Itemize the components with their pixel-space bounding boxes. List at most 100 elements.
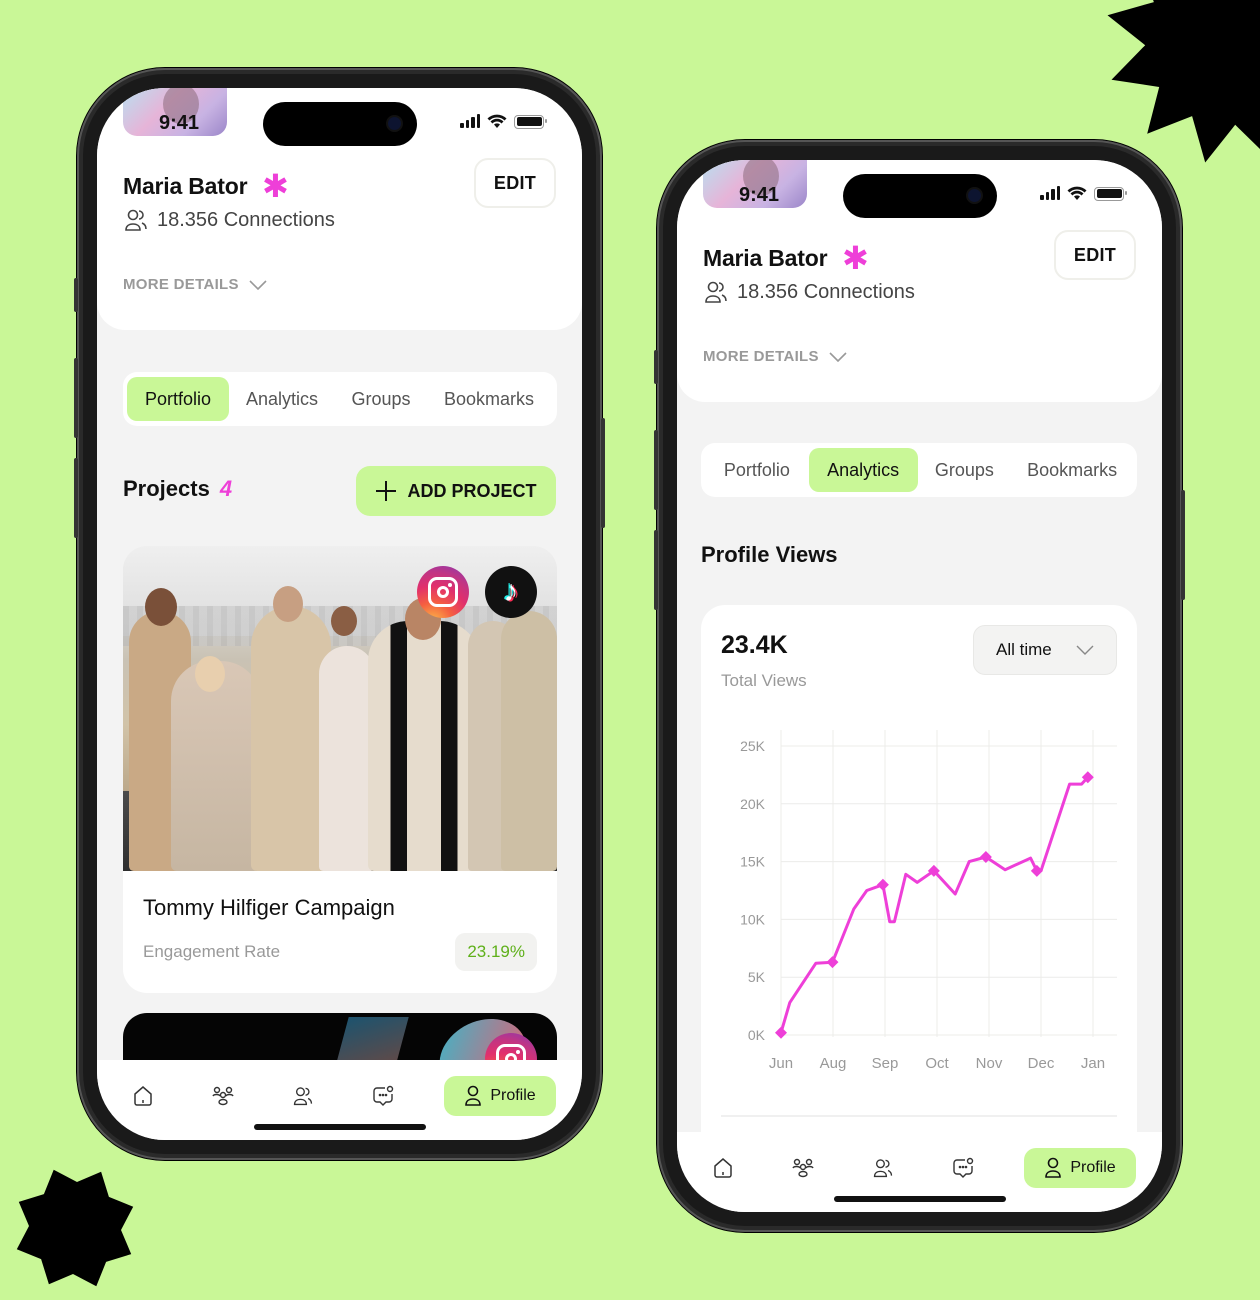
data-point-marker[interactable] (826, 956, 839, 969)
total-views-value: 23.4K (721, 631, 788, 659)
edit-profile-button[interactable]: EDIT (1054, 230, 1136, 280)
community-icon (212, 1086, 234, 1106)
tiktok-icon: ♪ (503, 575, 519, 608)
instagram-icon (428, 577, 458, 607)
nav-people[interactable] (867, 1148, 899, 1188)
cellular-signal-icon (460, 114, 480, 128)
tab-portfolio[interactable]: Portfolio (127, 377, 229, 421)
tab-analytics[interactable]: Analytics (808, 448, 918, 492)
wifi-icon (487, 114, 507, 128)
time-range-value: All time (996, 640, 1052, 659)
home-indicator (254, 1124, 426, 1130)
status-bar: 9:41 (97, 88, 582, 148)
total-views-label: Total Views (721, 671, 807, 690)
nav-messages[interactable] (367, 1076, 399, 1116)
connections-count[interactable]: 18.356 Connections (703, 280, 915, 304)
plus-icon (376, 481, 397, 501)
divider (721, 1115, 1117, 1117)
projects-heading: Projects 4 (123, 476, 233, 501)
chevron-down-icon (829, 351, 847, 362)
engagement-value: 23.19% (455, 933, 537, 971)
data-point-marker[interactable] (876, 878, 889, 891)
tab-portfolio[interactable]: Portfolio (705, 448, 809, 492)
x-tick-label: Sep (872, 1055, 899, 1072)
wifi-icon (1067, 186, 1087, 200)
cellular-signal-icon (1040, 186, 1060, 200)
nav-profile-label: Profile (1070, 1159, 1116, 1176)
verified-asterisk-icon: ✱ (842, 240, 869, 276)
dynamic-island (263, 102, 417, 146)
tiktok-badge[interactable]: ♪ (485, 566, 537, 618)
project-title: Tommy Hilfiger Campaign (143, 895, 395, 920)
people-icon (125, 209, 147, 231)
status-bar: 9:41 (677, 160, 1162, 220)
more-details-toggle[interactable]: MORE DETAILS (703, 348, 847, 365)
nav-profile-label: Profile (490, 1087, 536, 1104)
chat-icon (373, 1085, 394, 1106)
more-details-label: MORE DETAILS (703, 348, 819, 365)
y-tick-label: 15K (740, 854, 766, 870)
nav-messages[interactable] (947, 1148, 979, 1188)
engagement-label: Engagement Rate (143, 942, 281, 961)
dynamic-island (843, 174, 997, 218)
chat-icon (953, 1157, 974, 1178)
profile-views-chart: 0K 5K 10K 15K 20K 25K Jun Aug Sep Oct Nov Dec Jan (740, 730, 1117, 1072)
home-icon (714, 1158, 732, 1178)
nav-community[interactable] (207, 1076, 239, 1116)
x-tick-label: Oct (925, 1055, 949, 1072)
time-range-select[interactable]: All time (973, 625, 1117, 675)
phone-portfolio: 9:41 Maria Bator ✱ EDIT 18.356 Connectio… (74, 68, 605, 1160)
nav-home[interactable] (127, 1076, 159, 1116)
tab-bookmarks[interactable]: Bookmarks (427, 377, 551, 421)
tab-groups[interactable]: Groups (918, 448, 1012, 492)
profile-tabs: Portfolio Analytics Groups Bookmarks (123, 372, 557, 426)
y-tick-label: 5K (748, 969, 766, 985)
battery-icon (514, 114, 547, 129)
series-line (779, 775, 1090, 1035)
profile-name: Maria Bator (703, 245, 828, 271)
nav-community[interactable] (787, 1148, 819, 1188)
nav-profile[interactable]: Profile (444, 1076, 556, 1116)
status-time: 9:41 (159, 112, 200, 134)
tab-analytics[interactable]: Analytics (229, 377, 335, 421)
people-icon (873, 1159, 893, 1178)
home-icon (134, 1086, 152, 1106)
data-point-marker[interactable] (775, 1026, 787, 1039)
profile-header-card: 9:41 Maria Bator ✱ EDIT 18.356 Connectio… (677, 160, 1162, 402)
bottom-nav: Profile (677, 1132, 1162, 1212)
status-time: 9:41 (739, 184, 780, 206)
instagram-badge[interactable] (417, 566, 469, 618)
add-project-button[interactable]: ADD PROJECT (356, 466, 556, 516)
nav-profile[interactable]: Profile (1024, 1148, 1136, 1188)
nav-people[interactable] (287, 1076, 319, 1116)
connections-label: 18.356 Connections (157, 208, 335, 231)
profile-tabs: Portfolio Analytics Groups Bookmarks (701, 443, 1137, 497)
screen: 9:41 Maria Bator ✱ EDIT 18.356 Connectio… (677, 160, 1162, 1212)
project-image: ♪ (123, 546, 557, 871)
people-icon (705, 281, 727, 303)
community-icon (792, 1158, 814, 1178)
connections-count[interactable]: 18.356 Connections (123, 208, 335, 232)
y-tick-label: 10K (740, 911, 766, 927)
project-card[interactable]: ♪ Tommy Hilfiger Campaign Engagement Rat… (123, 546, 557, 993)
x-tick-label: Aug (820, 1055, 847, 1072)
tab-bookmarks[interactable]: Bookmarks (1011, 448, 1133, 492)
chevron-down-icon (1076, 645, 1094, 655)
x-tick-label: Jun (769, 1055, 793, 1072)
screen: 9:41 Maria Bator ✱ EDIT 18.356 Connectio… (97, 88, 582, 1140)
profile-views-heading: Profile Views (701, 542, 838, 567)
profile-views-card: 23.4K Total Views All time 0K 5K 10K 15K 20K… (701, 605, 1137, 1165)
phone-analytics: 9:41 Maria Bator ✱ EDIT 18.356 Connectio… (654, 140, 1185, 1232)
profile-header-card: 9:41 Maria Bator ✱ EDIT 18.356 Connectio… (97, 88, 582, 330)
profile-name: Maria Bator (123, 173, 248, 199)
people-icon (293, 1087, 313, 1106)
more-details-toggle[interactable]: MORE DETAILS (123, 276, 267, 293)
chevron-down-icon (249, 279, 267, 290)
profile-icon (1045, 1157, 1062, 1178)
edit-profile-button[interactable]: EDIT (474, 158, 556, 208)
profile-icon (465, 1085, 482, 1106)
nav-home[interactable] (707, 1148, 739, 1188)
y-tick-label: 25K (740, 738, 766, 754)
projects-count: 4 (219, 476, 233, 501)
tab-groups[interactable]: Groups (335, 377, 427, 421)
